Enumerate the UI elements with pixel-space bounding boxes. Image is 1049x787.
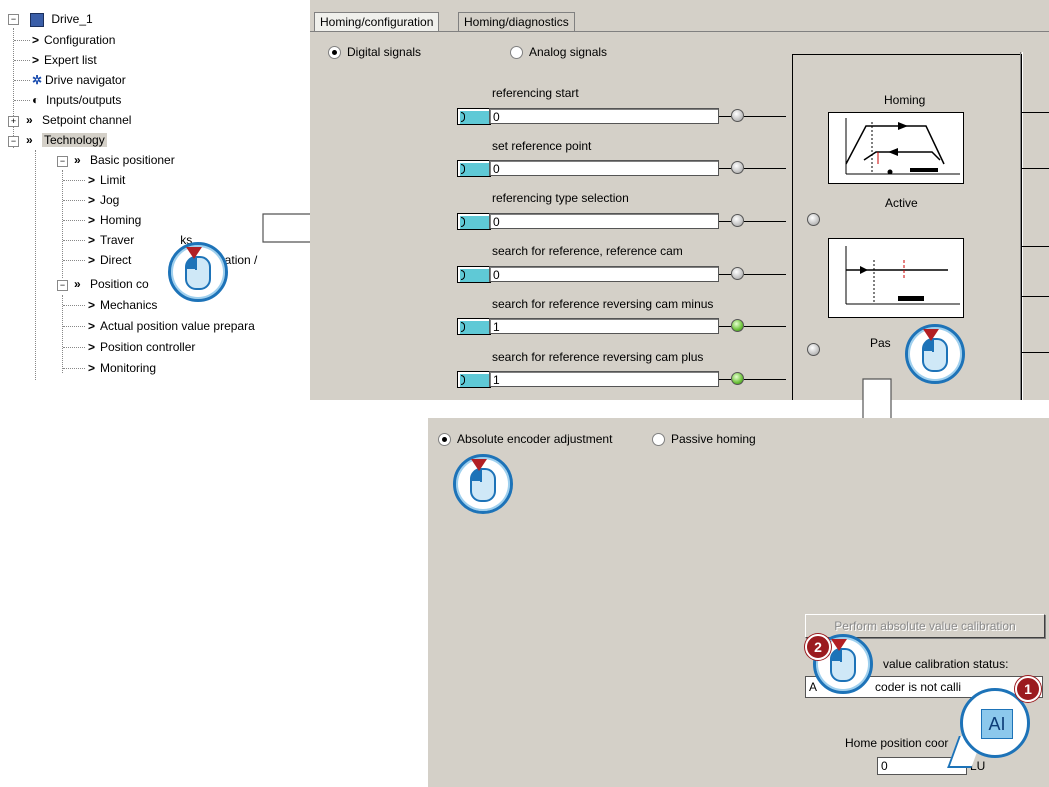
chevron-right-icon: > [88,361,96,375]
homing-title: Homing [884,93,926,107]
tree-item-monitoring[interactable]: > Monitoring [88,359,156,377]
mouse-click-icon [453,454,513,514]
bico-button[interactable] [457,108,491,125]
double-chevron-icon: » [26,113,33,127]
tree-line [35,150,36,380]
tree-item-jog[interactable]: > Jog [88,191,119,209]
signal-field[interactable]: 0 [489,160,719,176]
tree-item-expert-list[interactable]: > Expert list [32,51,97,69]
signal-label: search for reference, reference cam [492,244,683,258]
tree-item-drive[interactable]: Drive_1 [30,10,93,28]
radio-selected-icon [328,46,341,60]
chevron-right-icon: > [32,53,40,67]
active-label: Active [885,196,918,210]
home-position-label: Home position coor [845,736,949,750]
radio-analog-signals[interactable]: Analog signals [510,45,607,60]
radio-selected-icon [438,433,451,447]
tree-item-inputs-outputs[interactable]: ◐ Inputs/outputs [32,91,121,109]
status-led-green [731,319,744,332]
tree-item-label: Drive_1 [51,12,93,26]
signal-field[interactable]: 0 [489,266,719,282]
tree-item-basic-positioner[interactable]: » Basic positioner [74,151,175,169]
text-cursor-icon: AI [981,709,1013,739]
chevron-right-icon: > [88,193,96,207]
radio-absolute-encoder[interactable]: Absolute encoder adjustment [438,432,612,447]
bico-button[interactable] [457,160,491,177]
collapse-toggle[interactable]: − [8,14,19,25]
tree-item-traversing-blocks[interactable]: > Traver ks [88,231,192,249]
chevron-right-icon: > [88,233,96,247]
expand-toggle[interactable]: + [8,116,19,127]
chevron-right-icon: > [88,340,96,354]
tab-homing-diagnostics[interactable]: Homing/diagnostics [458,12,575,32]
active-led [807,213,820,226]
tree-item-position-control[interactable]: » Position co [74,275,149,293]
signal-field[interactable]: 1 [489,371,719,387]
chevron-right-icon: > [88,298,96,312]
navigator-icon: ✲ [32,73,43,87]
status-led-green [731,372,744,385]
double-chevron-icon: » [74,153,81,167]
chevron-right-icon: > [88,213,96,227]
chevron-right-icon: > [32,33,40,47]
mouse-click-icon [905,324,965,384]
tree-item-position-controller[interactable]: > Position controller [88,338,195,356]
calibration-panel: Absolute encoder adjustment Passive homi… [428,418,1049,787]
status-led [731,161,744,174]
tree-line [62,170,63,278]
status-led [731,267,744,280]
signal-label: referencing type selection [492,191,629,205]
passive-led [807,343,820,356]
signal-label: search for reference reversing cam minus [492,297,714,311]
bico-button[interactable] [457,213,491,230]
drive-icon [30,12,44,27]
double-chevron-icon: » [74,277,81,291]
step-2-badge: 2 [805,634,831,660]
tree-item-limit[interactable]: > Limit [88,171,125,189]
tree-item-configuration[interactable]: > Configuration [32,31,115,49]
bico-button[interactable] [457,266,491,283]
bico-button[interactable] [457,318,491,335]
radio-passive-homing[interactable]: Passive homing [652,432,756,447]
signal-field[interactable]: 0 [489,213,719,229]
tree-item-actual-position[interactable]: > Actual position value prepara [88,317,255,335]
radio-digital-signals[interactable]: Digital signals [328,45,421,60]
tree-item-drive-navigator[interactable]: ✲ Drive navigator [32,71,126,89]
status-led [731,109,744,122]
tree-item-technology[interactable]: » Technology [26,131,107,149]
tree-item-setpoint-channel[interactable]: » Setpoint channel [26,111,131,129]
chevron-right-icon: > [88,173,96,187]
collapse-toggle[interactable]: − [57,280,68,291]
passive-homing-graph [828,238,964,318]
bico-button[interactable] [457,371,491,388]
signal-label: search for reference reversing cam plus [492,350,704,364]
project-tree: − Drive_1 > Configuration > Expert list ✲ D… [0,0,310,390]
step-1-badge: 1 [1015,676,1041,702]
passive-label: Pas [870,336,891,350]
radio-empty-icon [652,433,665,447]
tree-item-homing[interactable]: > Homing [88,211,141,229]
chevron-right-icon: > [88,253,96,267]
chevron-right-icon: > [88,319,96,333]
signal-field[interactable]: 0 [489,108,719,124]
tree-line [62,295,63,373]
radio-empty-icon [510,46,523,60]
active-homing-graph [828,112,964,184]
tree-item-mechanics[interactable]: > Mechanics [88,296,157,314]
double-chevron-icon: » [26,133,33,147]
mouse-click-icon [168,242,228,302]
io-icon: ◐ [32,93,40,107]
status-label: value calibration status: [883,657,1009,671]
tab-homing-configuration[interactable]: Homing/configuration [314,12,440,32]
collapse-toggle[interactable]: − [57,156,68,167]
tree-line [13,28,14,148]
collapse-toggle[interactable]: − [8,136,19,147]
signal-label: set reference point [492,139,592,153]
signal-label: referencing start [492,86,579,100]
status-led [731,214,744,227]
signal-field[interactable]: 1 [489,318,719,334]
